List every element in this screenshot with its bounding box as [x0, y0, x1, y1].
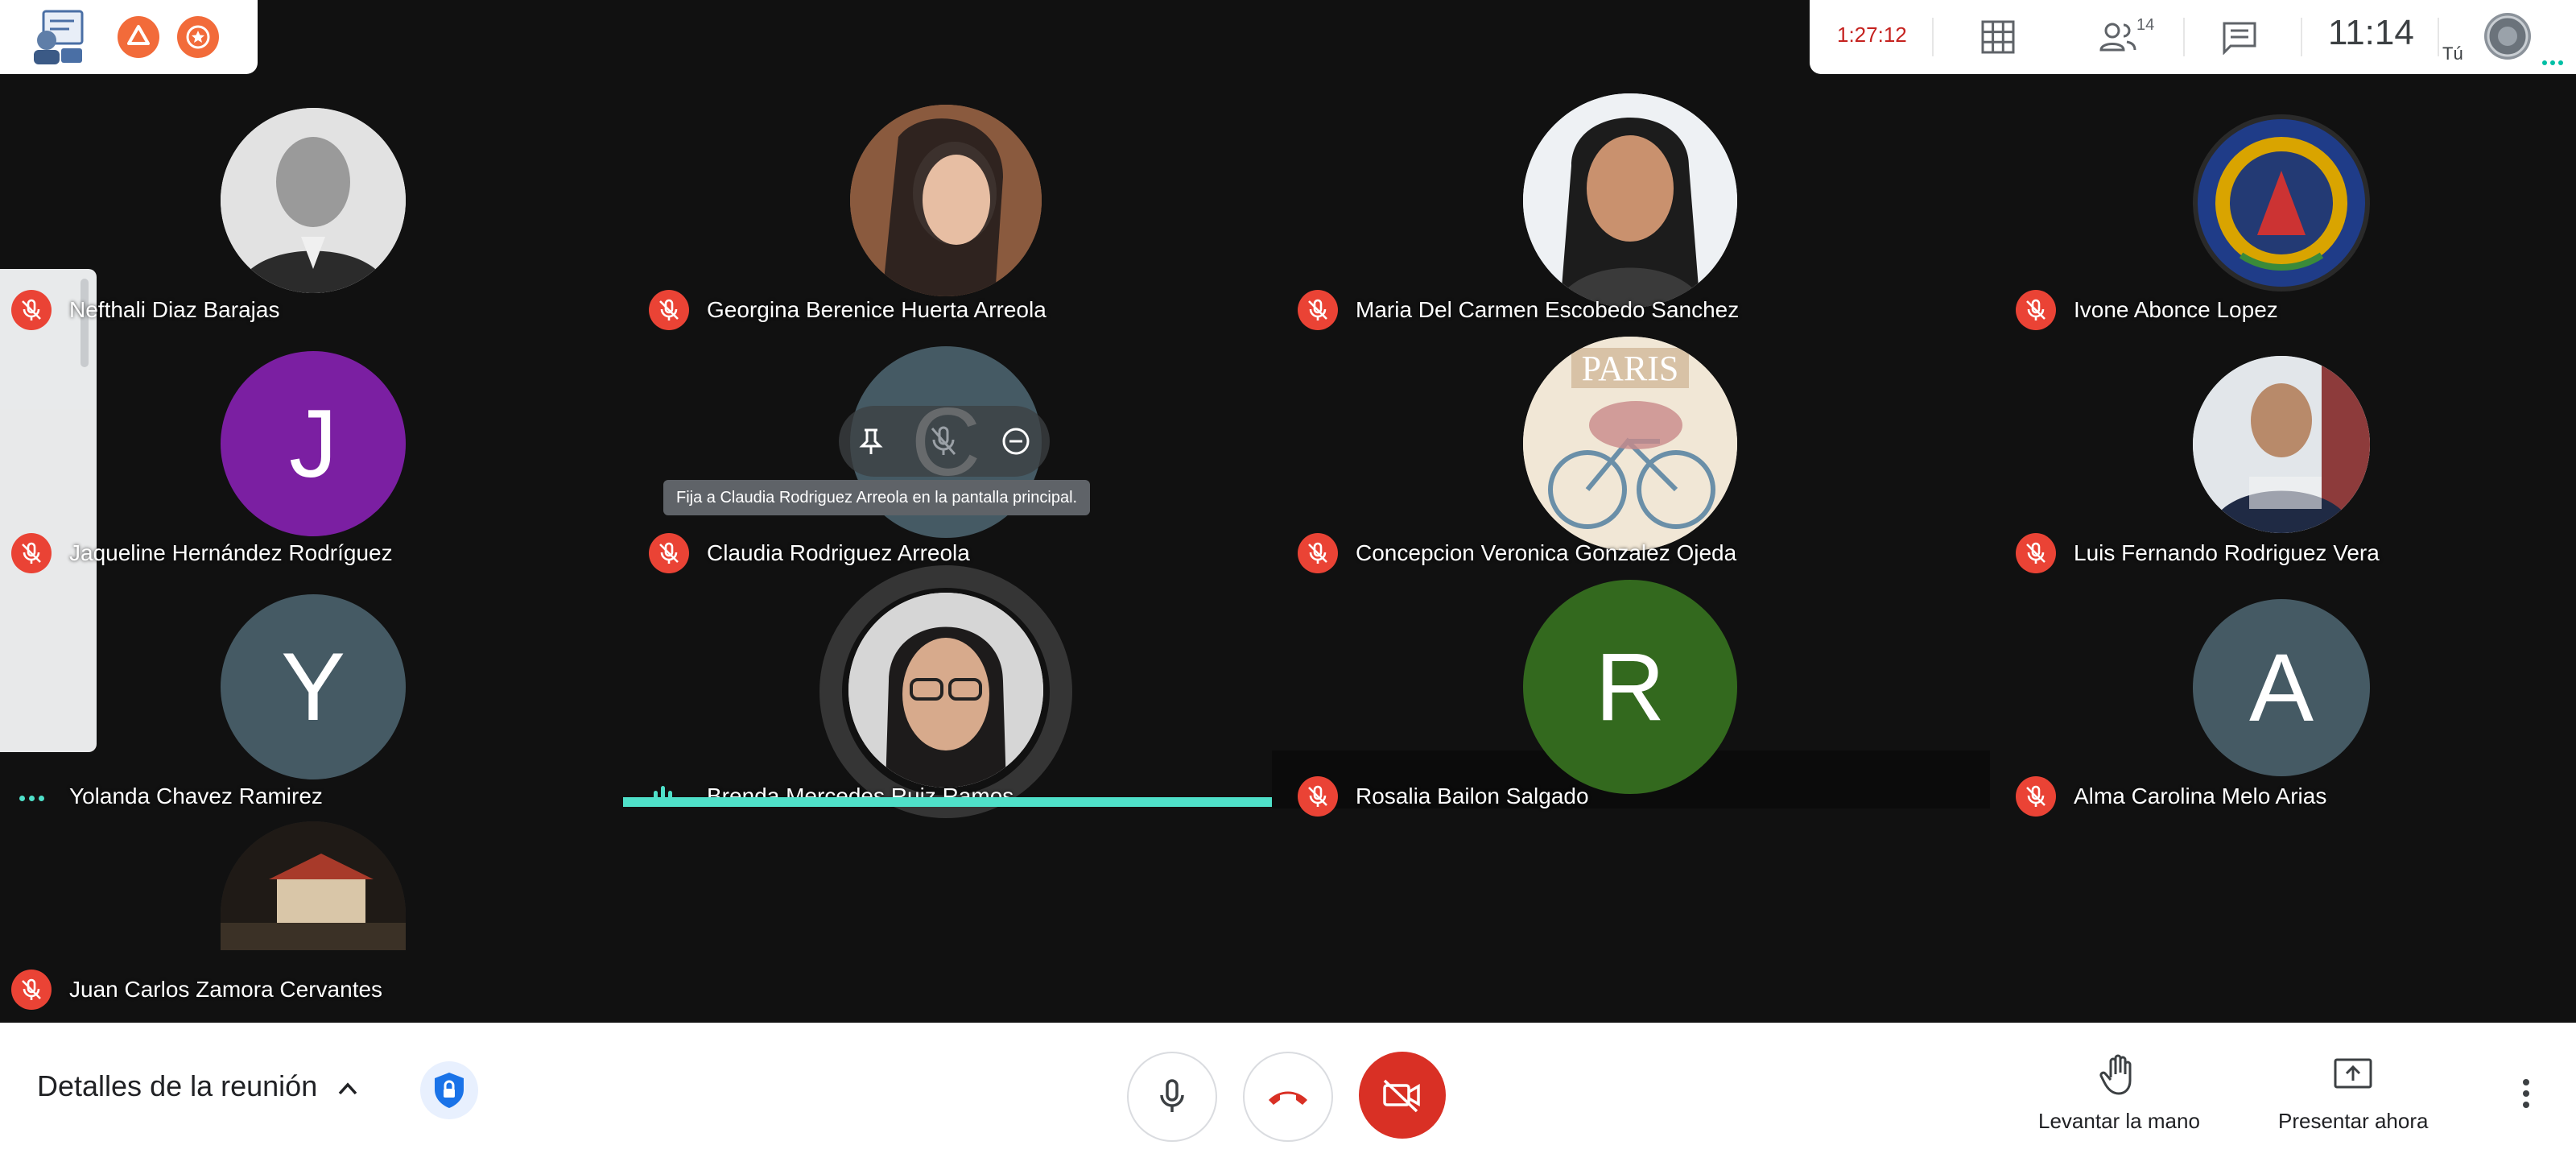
mic-off-icon: [11, 970, 52, 1010]
more-options-icon[interactable]: [2515, 1076, 2537, 1115]
self-view-label: Tú: [2442, 43, 2463, 64]
participant-tile[interactable]: R Rosalia Bailon Salgado: [1286, 575, 1919, 818]
divider: [2183, 18, 2185, 56]
participant-photo-avatar: [2193, 356, 2370, 533]
pin-icon[interactable]: [847, 417, 895, 465]
mic-off-icon: [1298, 290, 1338, 330]
mic-off-icon: [11, 533, 52, 573]
participant-tile[interactable]: Maria Del Carmen Escobedo Sanchez: [1286, 89, 1919, 332]
participant-name: Juan Carlos Zamora Cervantes: [69, 977, 383, 1002]
initial-avatar: R: [1523, 580, 1737, 794]
present-now-button[interactable]: Presentar ahora: [2278, 1053, 2428, 1134]
initial-avatar: A: [2193, 599, 2370, 776]
microphone-button[interactable]: [1127, 1052, 1217, 1142]
meeting-clock: 11:14: [2328, 13, 2414, 52]
hand-icon: [2099, 1054, 2132, 1095]
participant-tile[interactable]: A Alma Carolina Melo Arias: [2004, 575, 2576, 818]
recording-timer: 1:27:12: [1837, 23, 1907, 47]
participant-name: Luis Fernando Rodriguez Vera: [2074, 540, 2380, 565]
present-now-label: Presentar ahora: [2278, 1109, 2429, 1133]
participant-tile[interactable]: Y Yolanda Chavez Ramirez: [0, 575, 633, 818]
mic-off-icon: [2016, 776, 2056, 817]
participant-name: Rosalia Bailon Salgado: [1356, 784, 1589, 808]
participant-tile[interactable]: Juan Carlos Zamora Cervantes: [0, 789, 633, 1011]
participant-photo-avatar: [848, 593, 1043, 788]
mute-participant-icon[interactable]: [919, 417, 968, 465]
mic-off-icon: [649, 533, 689, 573]
pin-tooltip: Fija a Claudia Rodriguez Arreola en la p…: [663, 480, 1091, 515]
meeting-top-bar: 1:27:12 14 11:14 Tú: [1810, 0, 2576, 74]
chat-icon[interactable]: [2222, 21, 2257, 59]
chevron-up-icon[interactable]: [333, 1074, 362, 1107]
grid-layout-icon[interactable]: [1980, 19, 2016, 59]
raise-hand-button[interactable]: Levantar la mano: [2038, 1053, 2200, 1134]
present-screen-icon: [2334, 1058, 2372, 1089]
extensions-card: [0, 0, 258, 74]
participant-name: Alma Carolina Melo Arias: [2074, 784, 2327, 808]
university-logo-avatar: [2193, 114, 2370, 292]
participant-name: Concepcion Veronica Gonzalez Ojeda: [1356, 540, 1737, 565]
raise-hand-label: Levantar la mano: [2038, 1109, 2200, 1133]
participant-name: Claudia Rodriguez Arreola: [707, 540, 970, 565]
hang-up-icon: [1269, 1091, 1307, 1105]
speaking-indicator-bar: [623, 797, 1272, 807]
participants-icon[interactable]: [2099, 21, 2136, 57]
host-controls-shield-icon[interactable]: [420, 1061, 478, 1119]
leave-call-button[interactable]: [1243, 1052, 1333, 1142]
mic-off-icon: [2016, 533, 2056, 573]
participant-tile[interactable]: PARIS Concepcion Veronica Gonzalez Ojeda: [1286, 332, 1919, 575]
initial-avatar: Y: [221, 594, 406, 779]
participant-count-badge: 14: [2136, 16, 2155, 34]
participant-tile[interactable]: Georgina Berenice Huerta Arreola: [638, 89, 1270, 332]
self-connecting-dots: [2542, 55, 2566, 69]
svg-text:PARIS: PARIS: [1582, 349, 1679, 388]
mic-off-icon: [11, 290, 52, 330]
participant-name: Jaqueline Hernández Rodríguez: [69, 540, 393, 565]
divider: [2438, 18, 2439, 56]
participant-tile-speaking[interactable]: Brenda Mercedes Ruiz Ramos: [638, 565, 1270, 818]
participant-tile[interactable]: Ivone Abonce Lopez: [2004, 89, 2576, 332]
camera-off-icon: [1383, 1079, 1420, 1113]
tile-hover-controls: [839, 406, 1050, 477]
microphone-icon: [1160, 1079, 1184, 1112]
self-view-avatar[interactable]: [2484, 13, 2531, 60]
meeting-details-button[interactable]: Detalles de la reunión: [37, 1069, 317, 1103]
participant-tile[interactable]: J Jaqueline Hernández Rodríguez: [0, 332, 633, 575]
divider: [1932, 18, 1934, 56]
mic-off-icon: [1298, 533, 1338, 573]
participant-name: Ivone Abonce Lopez: [2074, 297, 2278, 322]
participant-photo-avatar: [221, 108, 406, 293]
bottom-control-bar: Detalles de la reunión Levantar la mano …: [0, 1023, 2576, 1166]
participant-name: Georgina Berenice Huerta Arreola: [707, 297, 1046, 322]
participant-name: Nefthali Diaz Barajas: [69, 297, 280, 322]
participant-photo-avatar: [1523, 93, 1737, 308]
participant-tile[interactable]: Luis Fernando Rodriguez Vera: [2004, 332, 2576, 575]
participant-name: Maria Del Carmen Escobedo Sanchez: [1356, 297, 1740, 322]
participant-photo-avatar: [850, 105, 1042, 296]
drive-extension-icon[interactable]: [118, 16, 159, 58]
mic-off-icon: [1298, 776, 1338, 817]
participant-photo-avatar: [221, 821, 406, 950]
participant-tile[interactable]: Nefthali Diaz Barajas: [0, 89, 633, 332]
camera-toggle-button[interactable]: [1359, 1052, 1446, 1139]
remove-participant-icon[interactable]: [992, 417, 1040, 465]
divider: [2301, 18, 2302, 56]
mic-off-icon: [649, 290, 689, 330]
star-extension-icon[interactable]: [177, 16, 219, 58]
mic-off-icon: [2016, 290, 2056, 330]
initial-avatar: J: [221, 351, 406, 536]
participant-photo-avatar: PARIS: [1523, 337, 1737, 551]
classroom-app-icon[interactable]: [29, 8, 89, 66]
